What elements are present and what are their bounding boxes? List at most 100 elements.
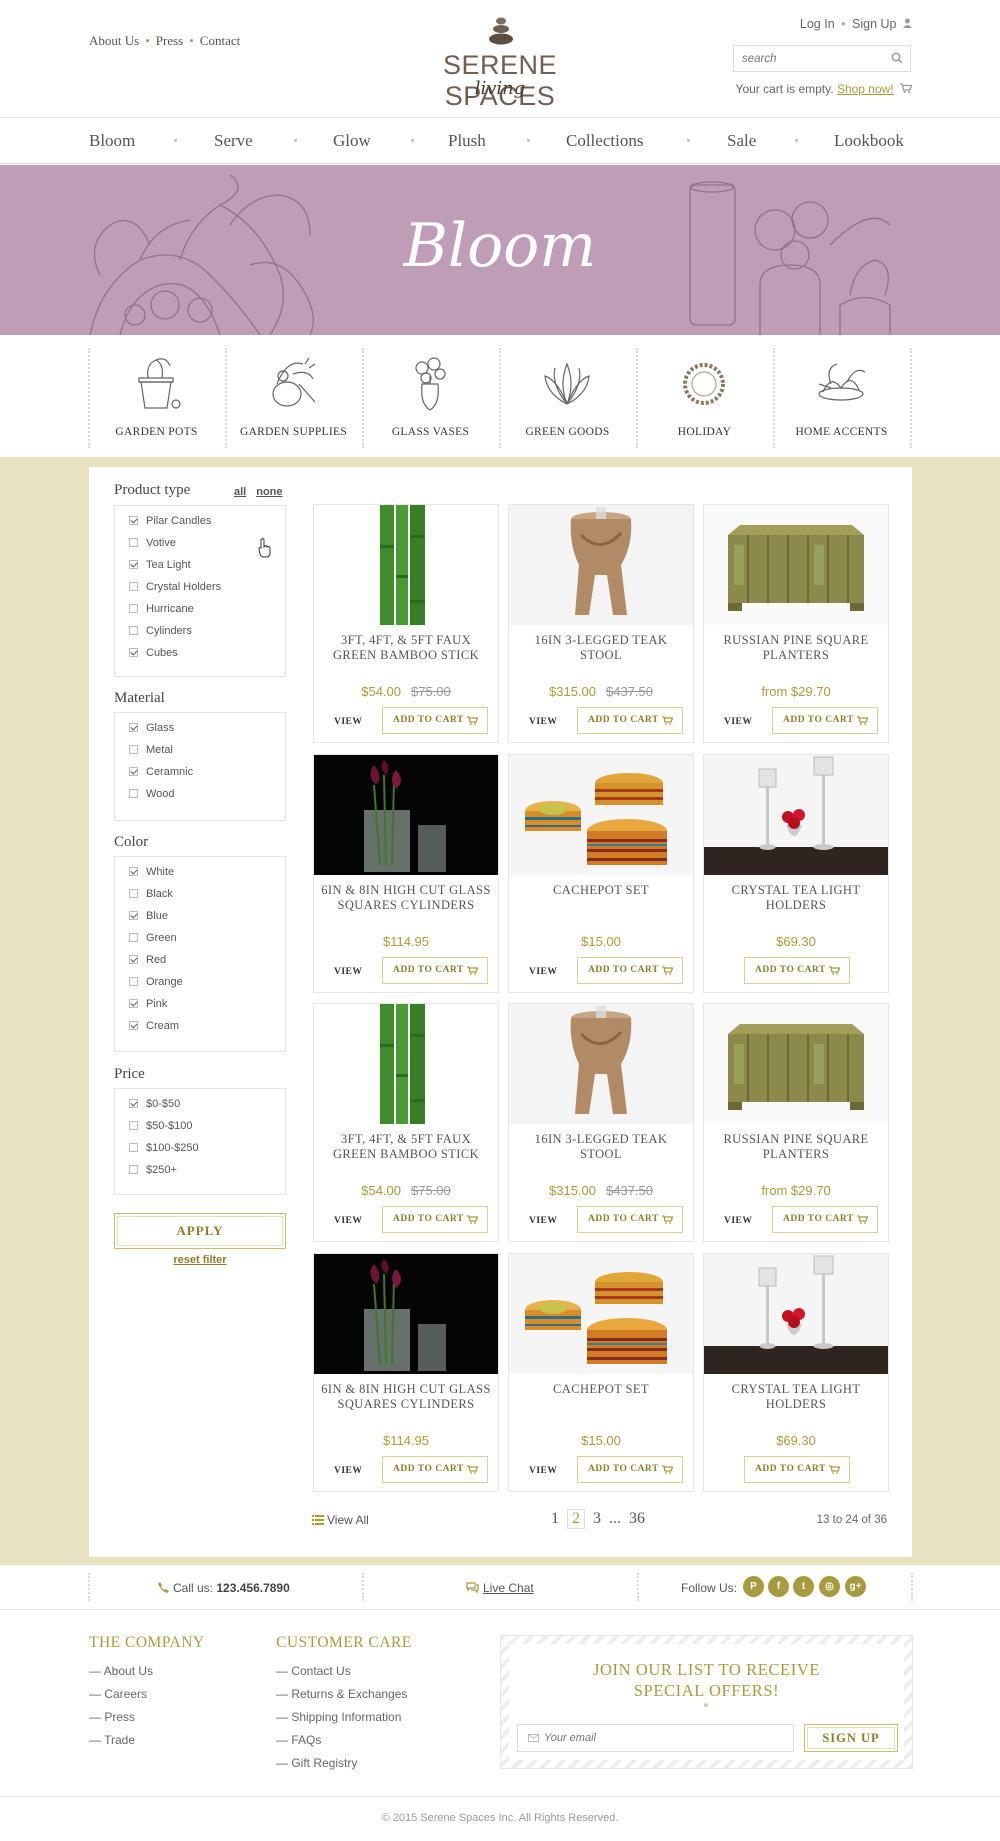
facebook-icon[interactable]: f — [768, 1576, 789, 1597]
product-title[interactable]: 16IN 3-LEGGED TEAK STOOL — [513, 1132, 689, 1162]
live-chat[interactable]: Live Chat — [466, 1581, 534, 1595]
signup-link[interactable]: Sign Up — [852, 17, 896, 31]
product-card[interactable]: 16IN 3-LEGGED TEAK STOOL $315.00 $437.50 VI… — [508, 1003, 694, 1242]
pinterest-icon[interactable]: P — [743, 1576, 764, 1597]
filter-option[interactable]: Pink — [129, 998, 167, 1010]
checkbox-unchecked[interactable] — [129, 1165, 138, 1174]
about-us-link[interactable]: About Us — [89, 33, 139, 48]
checkbox-unchecked[interactable] — [129, 789, 138, 798]
filter-option[interactable]: Green — [129, 932, 177, 944]
add-to-cart-button[interactable]: ADD TO CART — [577, 1206, 683, 1233]
add-to-cart-button[interactable]: ADD TO CART — [744, 1456, 850, 1483]
view-all-link[interactable]: View All — [312, 1513, 369, 1527]
product-card[interactable]: 6IN & 8IN HIGH CUT GLASS SQUARES CYLINDE… — [313, 754, 499, 993]
filter-option[interactable]: Crystal Holders — [129, 581, 221, 593]
add-to-cart-button[interactable]: ADD TO CART — [744, 957, 850, 984]
product-title[interactable]: 3FT, 4FT, & 5FT FAUX GREEN BAMBOO STICK — [318, 1132, 494, 1162]
product-title[interactable]: 3FT, 4FT, & 5FT FAUX GREEN BAMBOO STICK — [318, 633, 494, 663]
page-link-1[interactable]: 1 — [551, 1510, 559, 1528]
product-card[interactable]: CRYSTAL TEA LIGHT HOLDERS $69.30 ADD TO CA… — [703, 1253, 889, 1492]
filter-option[interactable]: Black — [129, 888, 173, 900]
filter-option[interactable]: Wood — [129, 788, 175, 800]
product-card[interactable]: 16IN 3-LEGGED TEAK STOOL $315.00 $437.50 VI… — [508, 504, 694, 743]
product-image[interactable] — [704, 1254, 888, 1374]
add-to-cart-button[interactable]: ADD TO CART — [382, 1456, 488, 1483]
add-to-cart-button[interactable]: ADD TO CART — [577, 957, 683, 984]
filter-option[interactable]: Metal — [129, 744, 173, 756]
add-to-cart-button[interactable]: ADD TO CART — [382, 1206, 488, 1233]
checkbox-checked[interactable] — [129, 1021, 138, 1030]
checkbox-unchecked[interactable] — [129, 1121, 138, 1130]
product-title[interactable]: 16IN 3-LEGGED TEAK STOOL — [513, 633, 689, 663]
category-holiday[interactable]: HOLIDAY — [636, 348, 773, 448]
product-card[interactable]: RUSSIAN PINE SQUARE PLANTERS from $29.70 V… — [703, 504, 889, 743]
checkbox-unchecked[interactable] — [129, 745, 138, 754]
add-to-cart-button[interactable]: ADD TO CART — [577, 1456, 683, 1483]
footer-link-contact[interactable]: — Contact Us — [276, 1660, 412, 1683]
nav-plush[interactable]: Plush — [448, 131, 486, 151]
apply-filter-button[interactable]: APPLY — [114, 1213, 286, 1249]
view-button[interactable]: VIEW — [724, 1216, 752, 1226]
select-all-link[interactable]: all — [234, 486, 246, 498]
page-link-current[interactable]: 2 — [567, 1509, 585, 1529]
footer-link-returns[interactable]: — Returns & Exchanges — [276, 1683, 412, 1706]
filter-option[interactable]: Pilar Candles — [129, 515, 211, 527]
checkbox-unchecked[interactable] — [129, 582, 138, 591]
footer-link-careers[interactable]: — Careers — [89, 1683, 205, 1706]
view-button[interactable]: VIEW — [529, 1216, 557, 1226]
product-title[interactable]: CACHEPOT SET — [513, 883, 689, 898]
product-card[interactable]: 3FT, 4FT, & 5FT FAUX GREEN BAMBOO STICK $… — [313, 1003, 499, 1242]
add-to-cart-button[interactable]: ADD TO CART — [772, 1206, 878, 1233]
checkbox-checked[interactable] — [129, 999, 138, 1008]
product-title[interactable]: CRYSTAL TEA LIGHT HOLDERS — [708, 883, 884, 913]
filter-option[interactable]: White — [129, 866, 174, 878]
product-image[interactable] — [509, 505, 693, 625]
footer-link-trade[interactable]: — Trade — [89, 1729, 205, 1752]
checkbox-checked[interactable] — [129, 767, 138, 776]
checkbox-unchecked[interactable] — [129, 977, 138, 986]
product-title[interactable]: RUSSIAN PINE SQUARE PLANTERS — [708, 1132, 884, 1162]
nav-bloom[interactable]: Bloom — [89, 131, 135, 151]
footer-link-press[interactable]: — Press — [89, 1706, 205, 1729]
product-image[interactable] — [509, 1004, 693, 1124]
view-button[interactable]: VIEW — [334, 1466, 362, 1476]
select-none-link[interactable]: none — [256, 486, 282, 498]
product-title[interactable]: CACHEPOT SET — [513, 1382, 689, 1397]
filter-option[interactable]: Cream — [129, 1020, 179, 1032]
site-logo[interactable]: SERENE SPACES living — [395, 16, 605, 111]
product-image[interactable] — [704, 1004, 888, 1124]
checkbox-unchecked[interactable] — [129, 626, 138, 635]
filter-option[interactable]: $100-$250 — [129, 1142, 199, 1154]
filter-option[interactable]: Hurricane — [129, 603, 194, 615]
filter-option[interactable]: $250+ — [129, 1164, 177, 1176]
checkbox-unchecked[interactable] — [129, 1143, 138, 1152]
filter-option[interactable]: Ceramnic — [129, 766, 193, 778]
category-home-accents[interactable]: HOME ACCENTS — [773, 348, 912, 448]
view-button[interactable]: VIEW — [529, 717, 557, 727]
product-image[interactable] — [704, 755, 888, 875]
checkbox-unchecked[interactable] — [129, 933, 138, 942]
product-card[interactable]: CACHEPOT SET $15.00 VIEW ADD TO CART — [508, 1253, 694, 1492]
phone-number[interactable]: 123.456.7890 — [216, 1581, 289, 1595]
checkbox-unchecked[interactable] — [129, 889, 138, 898]
twitter-icon[interactable]: t — [793, 1576, 814, 1597]
filter-option[interactable]: Cylinders — [129, 625, 192, 637]
product-title[interactable]: 6IN & 8IN HIGH CUT GLASS SQUARES CYLINDE… — [318, 1382, 494, 1412]
product-image[interactable] — [704, 505, 888, 625]
nav-lookbook[interactable]: Lookbook — [834, 131, 904, 151]
category-garden-pots[interactable]: GARDEN POTS — [88, 348, 225, 448]
add-to-cart-button[interactable]: ADD TO CART — [772, 707, 878, 734]
newsletter-email-input[interactable] — [544, 1725, 784, 1751]
category-garden-supplies[interactable]: GARDEN SUPPLIES — [225, 348, 362, 448]
newsletter-email-field[interactable] — [517, 1724, 794, 1752]
nav-sale[interactable]: Sale — [727, 131, 756, 151]
reset-filter-link[interactable]: reset filter — [114, 1254, 286, 1266]
product-image[interactable] — [314, 1254, 498, 1374]
page-link-last[interactable]: 36 — [629, 1510, 645, 1528]
search-input[interactable] — [734, 46, 884, 71]
nav-collections[interactable]: Collections — [566, 131, 643, 151]
product-title[interactable]: CRYSTAL TEA LIGHT HOLDERS — [708, 1382, 884, 1412]
filter-option[interactable]: Blue — [129, 910, 168, 922]
login-link[interactable]: Log In — [800, 17, 835, 31]
category-glass-vases[interactable]: GLASS VASES — [362, 348, 499, 448]
